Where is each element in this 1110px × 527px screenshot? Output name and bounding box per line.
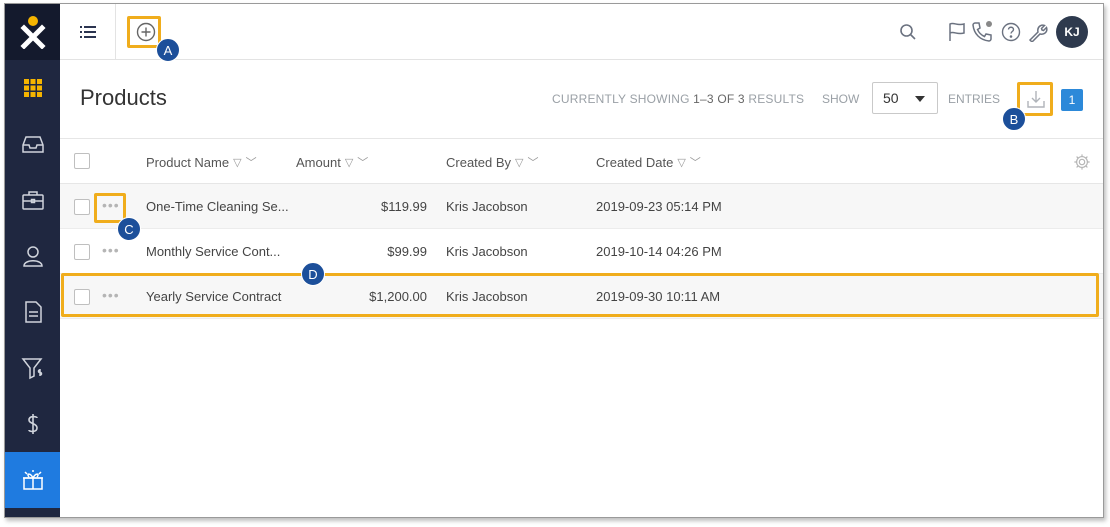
- column-header-created-date[interactable]: Created Date ▽ ﹀: [596, 154, 701, 170]
- sidebar-item-products[interactable]: [5, 452, 60, 508]
- gear-icon[interactable]: [1073, 153, 1091, 171]
- created-by-cell: Kris Jacobson: [446, 244, 528, 259]
- person-icon: [22, 246, 43, 267]
- flag-icon: [949, 22, 965, 41]
- entries-label: ENTRIES: [948, 92, 1001, 106]
- help-icon: [1001, 22, 1021, 42]
- amount-cell: $99.99: [387, 244, 427, 259]
- caret-down-icon: [915, 96, 925, 102]
- funnel-dollar-icon: [20, 358, 43, 380]
- wrench-icon: [1028, 24, 1048, 42]
- flag-button[interactable]: [945, 20, 969, 44]
- column-label: Amount: [296, 154, 341, 170]
- phone-icon: [972, 21, 992, 42]
- briefcase-icon: [21, 191, 44, 210]
- show-label: SHOW: [822, 92, 860, 106]
- filter-icon[interactable]: ▽: [345, 156, 353, 169]
- chevron-down-icon[interactable]: ﹀: [528, 154, 539, 170]
- marker-c: C: [117, 217, 141, 241]
- document-icon: [24, 301, 42, 323]
- sidebar-item-documents[interactable]: [5, 284, 60, 340]
- more-actions-icon[interactable]: •••: [102, 242, 120, 258]
- search-button[interactable]: [896, 20, 920, 44]
- sidebar-item-inbox[interactable]: [5, 116, 60, 172]
- marker-a: A: [156, 38, 180, 62]
- sidebar-item-sales-funnel[interactable]: [5, 340, 60, 396]
- sidebar-item-payments[interactable]: [5, 396, 60, 452]
- help-button[interactable]: [999, 20, 1023, 44]
- user-avatar[interactable]: KJ: [1056, 16, 1088, 48]
- entries-per-page-select[interactable]: 50: [872, 82, 938, 114]
- select-all-checkbox[interactable]: [74, 153, 90, 169]
- app-logo[interactable]: [5, 4, 60, 60]
- results-range: 1–3 OF 3: [693, 92, 745, 106]
- page-title: Products: [80, 85, 167, 110]
- app-window: KJ Products CURRENTLY SHOWING 1–3 OF 3 R…: [4, 3, 1104, 518]
- created-date-cell: 2019-10-14 04:26 PM: [596, 244, 722, 259]
- sidebar-item-apps[interactable]: [5, 60, 60, 116]
- gift-box-icon: [22, 470, 43, 490]
- product-name-cell[interactable]: Monthly Service Cont...: [146, 244, 280, 259]
- search-icon: [900, 24, 916, 40]
- highlight-d: [61, 273, 1099, 317]
- grid-icon: [23, 79, 42, 97]
- filter-icon[interactable]: ▽: [233, 156, 241, 169]
- column-label: Created By: [446, 154, 512, 170]
- column-label: Created Date: [596, 154, 674, 170]
- marker-d: D: [301, 262, 325, 286]
- chevron-down-icon[interactable]: ﹀: [690, 154, 701, 170]
- row-checkbox[interactable]: [74, 244, 90, 260]
- column-header-product-name[interactable]: Product Name ▽ ﹀: [146, 154, 257, 170]
- chevron-down-icon[interactable]: ﹀: [246, 154, 257, 170]
- entries-per-page-value: 50: [883, 90, 899, 106]
- highlight-a: [127, 16, 161, 48]
- settings-wrench-button[interactable]: [1026, 20, 1050, 44]
- marker-b: B: [1002, 107, 1026, 131]
- results-suffix: RESULTS: [744, 92, 805, 106]
- column-header-amount[interactable]: Amount ▽ ﹀: [296, 154, 368, 170]
- sidebar: [5, 4, 60, 517]
- list-icon: [79, 26, 96, 38]
- keap-logo-icon: [19, 16, 46, 49]
- table-row[interactable]: ••• One-Time Cleaning Se... $119.99 Kris…: [60, 184, 1103, 229]
- filter-icon[interactable]: ▽: [677, 156, 685, 169]
- phone-button[interactable]: [970, 20, 994, 44]
- product-name-cell[interactable]: One-Time Cleaning Se...: [146, 199, 289, 214]
- results-count: CURRENTLY SHOWING 1–3 OF 3 RESULTS: [552, 92, 804, 106]
- table-row[interactable]: ••• Monthly Service Cont... $99.99 Kris …: [60, 229, 1103, 274]
- results-prefix: CURRENTLY SHOWING: [552, 92, 694, 106]
- row-checkbox[interactable]: [74, 199, 90, 215]
- sidebar-item-contacts[interactable]: [5, 228, 60, 284]
- column-label: Product Name: [146, 154, 230, 170]
- sidebar-item-briefcase[interactable]: [5, 172, 60, 228]
- page-number-badge[interactable]: 1: [1061, 89, 1083, 111]
- chevron-down-icon[interactable]: ﹀: [357, 154, 368, 170]
- amount-cell: $119.99: [380, 199, 427, 214]
- column-header-created-by[interactable]: Created By ▽ ﹀: [446, 154, 539, 170]
- table-header: Product Name ▽ ﹀ Amount ▽ ﹀ Created By ▽…: [60, 138, 1103, 184]
- list-view-button[interactable]: [60, 4, 116, 60]
- dollar-icon: [27, 414, 38, 434]
- filter-icon[interactable]: ▽: [515, 156, 523, 169]
- created-by-cell: Kris Jacobson: [446, 199, 528, 214]
- top-bar: KJ: [60, 4, 1103, 60]
- created-date-cell: 2019-09-23 05:14 PM: [596, 199, 722, 214]
- inbox-icon: [21, 136, 44, 153]
